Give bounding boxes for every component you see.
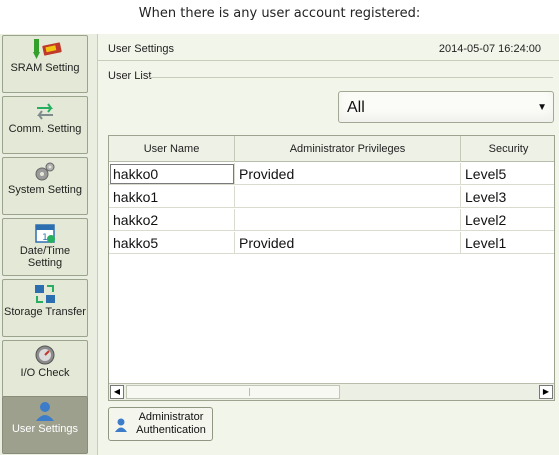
admin-button-label-line2: Authentication (136, 424, 206, 436)
app-window: SRAM Setting Comm. Setting System Settin… (0, 34, 559, 455)
scrollbar-grip (249, 388, 250, 396)
cell-security: Level2 (465, 212, 507, 228)
table-row[interactable]: hakko5 Provided Level1 (109, 232, 554, 254)
page-title: User Settings (108, 43, 175, 55)
cell-user-name: hakko0 (109, 163, 235, 185)
cell-security: Level3 (465, 189, 507, 205)
sidebar-item-sram-setting[interactable]: SRAM Setting (2, 35, 88, 93)
sidebar-item-user-settings[interactable]: User Settings (2, 396, 88, 454)
sidebar-item-comm-setting[interactable]: Comm. Setting (2, 96, 88, 154)
sidebar-item-label: Storage Transfer (4, 306, 86, 318)
gears-icon (33, 161, 57, 183)
sidebar-item-label: System Setting (8, 184, 82, 196)
admin-button-label-line1: Administrator (138, 411, 204, 423)
table-row[interactable]: hakko1 Level3 (109, 186, 554, 208)
admin-button-label: Administrator Authentication (131, 411, 211, 437)
scroll-right-icon[interactable]: ▶ (539, 385, 553, 399)
storage-transfer-icon (33, 283, 57, 305)
gauge-icon (33, 344, 57, 366)
sidebar-item-system-setting[interactable]: System Setting (2, 157, 88, 215)
sidebar-item-label: User Settings (11, 423, 79, 435)
sidebar-item-datetime-setting[interactable]: 1 Date/Time Setting (2, 218, 88, 276)
user-list-label: User List (108, 70, 152, 82)
svg-text:1: 1 (42, 233, 48, 243)
cell-admin-privileges (235, 209, 461, 231)
user-filter-select[interactable]: All ▼ (338, 91, 554, 123)
user-filter-value: All (347, 99, 365, 116)
sidebar-item-io-check[interactable]: I/O Check (2, 340, 88, 398)
column-header-security[interactable]: Security (461, 136, 554, 162)
cell-admin-privileges: Provided (235, 163, 461, 185)
cell-user-name: hakko5 (109, 232, 235, 254)
column-header-user-name[interactable]: User Name (109, 136, 235, 162)
sidebar-item-label: Comm. Setting (8, 123, 82, 135)
administrator-authentication-button[interactable]: Administrator Authentication (108, 407, 213, 441)
transfer-arrows-icon (33, 100, 57, 122)
scrollbar-thumb[interactable] (126, 385, 340, 399)
group-divider (148, 77, 553, 78)
user-icon (114, 417, 128, 433)
sidebar-item-storage-transfer[interactable]: Storage Transfer (2, 279, 88, 337)
cell-security: Level1 (465, 235, 507, 251)
cell-admin-privileges (235, 186, 461, 208)
user-settings-panel: User Settings 2014-05-07 16:24:00 User L… (97, 34, 559, 455)
table-row[interactable]: hakko0 Provided Level5 (109, 163, 554, 185)
chevron-down-icon: ▼ (537, 102, 547, 113)
sidebar-item-label: Date/Time Setting (19, 245, 71, 269)
table-header: User Name Administrator Privileges Secur… (109, 136, 554, 162)
calendar-icon: 1 (33, 222, 57, 244)
sram-card-icon (33, 39, 62, 61)
column-header-admin-privileges[interactable]: Administrator Privileges (235, 136, 461, 162)
cell-user-name: hakko2 (109, 209, 235, 231)
scroll-left-icon[interactable]: ◀ (110, 385, 124, 399)
sidebar: SRAM Setting Comm. Setting System Settin… (0, 34, 90, 455)
cell-security: Level5 (465, 166, 507, 182)
page-caption: When there is any user account registere… (138, 6, 421, 21)
sidebar-item-label: SRAM Setting (10, 62, 80, 74)
cell-admin-privileges: Provided (235, 232, 461, 254)
sidebar-item-label: I/O Check (20, 367, 70, 379)
cell-user-name: hakko1 (109, 186, 235, 208)
horizontal-scrollbar[interactable]: ◀ ▶ (109, 383, 554, 400)
user-table: User Name Administrator Privileges Secur… (108, 135, 555, 401)
table-row[interactable]: hakko2 Level2 (109, 209, 554, 231)
header-divider (98, 60, 559, 61)
user-icon (33, 400, 57, 422)
datetime-display: 2014-05-07 16:24:00 (438, 43, 541, 55)
